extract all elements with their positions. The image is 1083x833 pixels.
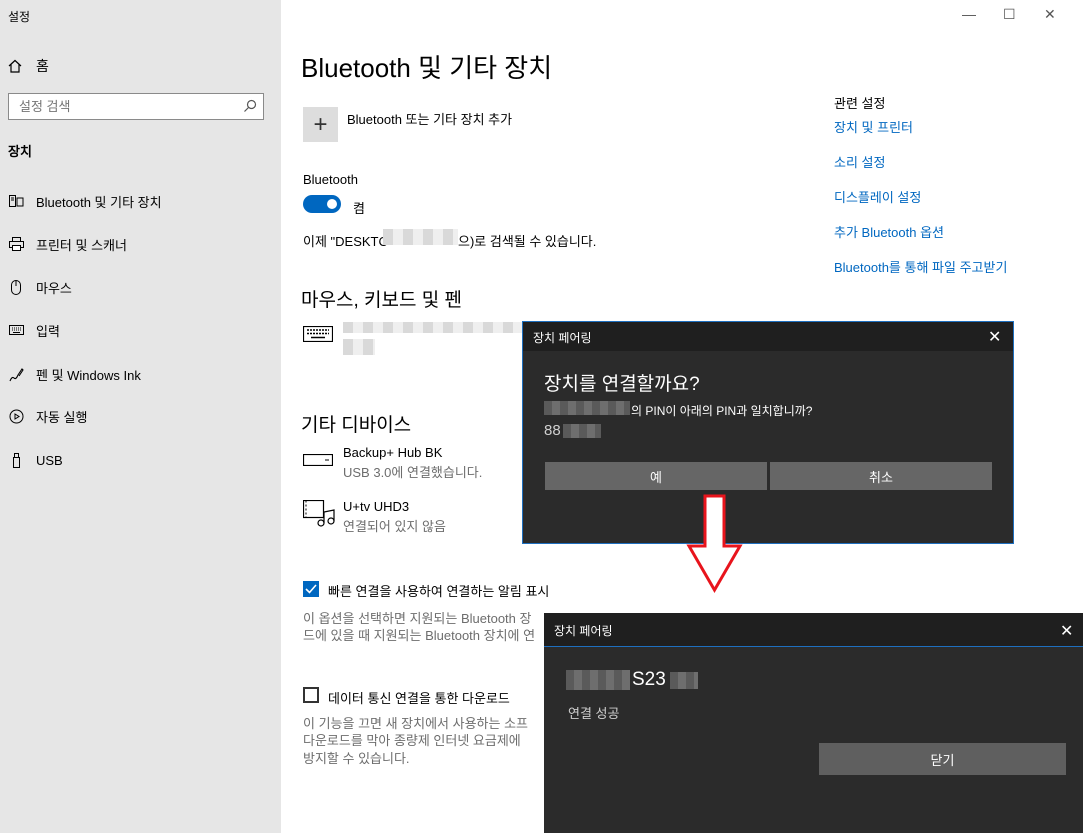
- discoverable-suffix: 으)로 검색될 수 있습니다.: [458, 234, 597, 249]
- connection-status: 연결 성공: [568, 706, 620, 721]
- sidebar-item-label: 프린터 및 스캐너: [36, 237, 127, 253]
- down-arrow-icon: [686, 494, 743, 593]
- home-nav[interactable]: 홈: [8, 56, 49, 76]
- sidebar-item-label: 펜 및 Windows Ink: [36, 367, 141, 383]
- maximize-button[interactable]: ☐: [1003, 6, 1016, 23]
- bluetooth-toggle[interactable]: [303, 195, 341, 213]
- page-title: Bluetooth 및 기타 장치: [301, 53, 553, 83]
- dialog-title: 장치 페어링: [533, 331, 592, 345]
- minimize-button[interactable]: —: [962, 6, 976, 22]
- yes-button[interactable]: 예: [545, 462, 767, 490]
- sidebar-item-pen[interactable]: 펜 및 Windows Ink: [0, 354, 281, 394]
- sidebar-item-typing[interactable]: 입력: [0, 310, 281, 350]
- pairing-success-dialog: 장치 페어링 ✕ S23 연결 성공 닫기: [544, 613, 1083, 833]
- sidebar: 설정 홈 장치 Bluetooth 및 기타 장치 프린터 및 스캐너 마우스 …: [0, 0, 281, 833]
- dialog-heading: 장치를 연결할까요?: [544, 374, 700, 395]
- app-title: 설정: [8, 10, 31, 24]
- bluetooth-devices-icon: [8, 194, 24, 208]
- sidebar-item-autoplay[interactable]: 자동 실행: [0, 396, 281, 436]
- device-name[interactable]: Backup+ Hub BK: [343, 445, 442, 460]
- mouse-icon: [8, 279, 24, 295]
- other-devices-heading: 기타 디바이스: [301, 415, 412, 436]
- link-sound-settings[interactable]: 소리 설정: [834, 152, 885, 171]
- redacted-device-name: [343, 322, 523, 333]
- pairing-confirm-dialog: 장치 페어링 ✕ 장치를 연결할까요? 의 PIN이 아래의 PIN과 일치합니…: [522, 321, 1014, 544]
- drive-icon: [303, 454, 333, 466]
- sidebar-item-usb[interactable]: USB: [0, 440, 281, 480]
- home-icon: [8, 59, 22, 73]
- swift-pair-checkbox[interactable]: [303, 581, 319, 597]
- link-display-settings[interactable]: 디스플레이 설정: [834, 187, 921, 206]
- related-settings-heading: 관련 설정: [834, 96, 886, 111]
- mouse-section-heading: 마우스, 키보드 및 펜: [301, 290, 462, 311]
- link-more-bluetooth-options[interactable]: 추가 Bluetooth 옵션: [834, 222, 944, 241]
- swift-pair-desc: 드에 있을 때 지원되는 Bluetooth 장치에 연: [303, 628, 536, 643]
- discoverable-prefix: 이제 "DESKTC: [303, 234, 388, 249]
- sidebar-item-label: 마우스: [36, 280, 72, 296]
- pin-code: 88: [544, 422, 561, 439]
- close-icon[interactable]: ✕: [988, 327, 1001, 347]
- device-status: 연결되어 있지 않음: [343, 519, 446, 534]
- close-window-button[interactable]: ✕: [1044, 6, 1056, 23]
- media-device-icon: [303, 500, 335, 527]
- keyboard-icon: [8, 325, 24, 335]
- close-icon[interactable]: ✕: [1060, 621, 1073, 641]
- redacted-device-suffix: [670, 672, 698, 689]
- settings-search[interactable]: [8, 93, 264, 120]
- toggle-state: 켬: [353, 201, 365, 216]
- device-name[interactable]: U+tv UHD3: [343, 499, 409, 514]
- sidebar-item-bluetooth[interactable]: Bluetooth 및 기타 장치: [0, 181, 281, 221]
- dialog-titlebar: 장치 페어링 ✕: [523, 322, 1013, 351]
- sidebar-item-printers[interactable]: 프린터 및 스캐너: [0, 224, 281, 264]
- autoplay-icon: [8, 409, 24, 424]
- plus-icon: +: [313, 110, 328, 138]
- metered-download-checkbox[interactable]: [303, 687, 319, 703]
- checkmark-icon: [305, 584, 317, 594]
- swift-pair-label[interactable]: 빠른 연결을 사용하여 연결하는 알림 표시: [328, 581, 549, 600]
- device-name: S23: [632, 669, 666, 690]
- search-input[interactable]: [9, 94, 249, 119]
- redacted-pin: [563, 424, 601, 438]
- link-bluetooth-file-transfer[interactable]: Bluetooth를 통해 파일 주고받기: [834, 257, 1007, 276]
- close-button[interactable]: 닫기: [819, 743, 1066, 775]
- metered-desc: 방지할 수 있습니다.: [303, 751, 410, 766]
- add-device-label[interactable]: Bluetooth 또는 기타 장치 추가: [347, 109, 512, 128]
- add-device-button[interactable]: +: [303, 107, 338, 142]
- sidebar-item-mouse[interactable]: 마우스: [0, 267, 281, 307]
- sidebar-item-label: 자동 실행: [36, 409, 88, 425]
- redacted-device-name: [544, 401, 630, 415]
- metered-download-label[interactable]: 데이터 통신 연결을 통한 다운로드: [328, 688, 510, 707]
- dialog-title: 장치 페어링: [554, 624, 613, 638]
- dialog-titlebar: 장치 페어링 ✕: [544, 613, 1083, 647]
- category-heading: 장치: [8, 144, 32, 159]
- pin-question: 의 PIN이 아래의 PIN과 일치합니까?: [631, 404, 813, 418]
- metered-desc: 다운로드를 막아 종량제 인터넷 요금제에: [303, 733, 521, 748]
- search-icon[interactable]: [243, 99, 257, 113]
- bluetooth-label: Bluetooth: [303, 172, 358, 187]
- home-label: 홈: [36, 58, 49, 74]
- sidebar-item-label: USB: [36, 452, 63, 468]
- redacted-device-status: [343, 339, 375, 355]
- device-status: USB 3.0에 연결했습니다.: [343, 465, 483, 480]
- cancel-button[interactable]: 취소: [770, 462, 992, 490]
- toggle-knob: [327, 199, 337, 209]
- sidebar-item-label: 입력: [36, 323, 60, 339]
- pen-icon: [8, 367, 24, 382]
- keyboard-device-icon: [303, 326, 333, 342]
- redacted-device-name: [566, 670, 630, 690]
- usb-icon: [8, 452, 24, 468]
- link-devices-printers[interactable]: 장치 및 프린터: [834, 117, 913, 136]
- printer-icon: [8, 237, 24, 251]
- redacted-text: [383, 229, 458, 245]
- sidebar-item-label: Bluetooth 및 기타 장치: [36, 194, 162, 210]
